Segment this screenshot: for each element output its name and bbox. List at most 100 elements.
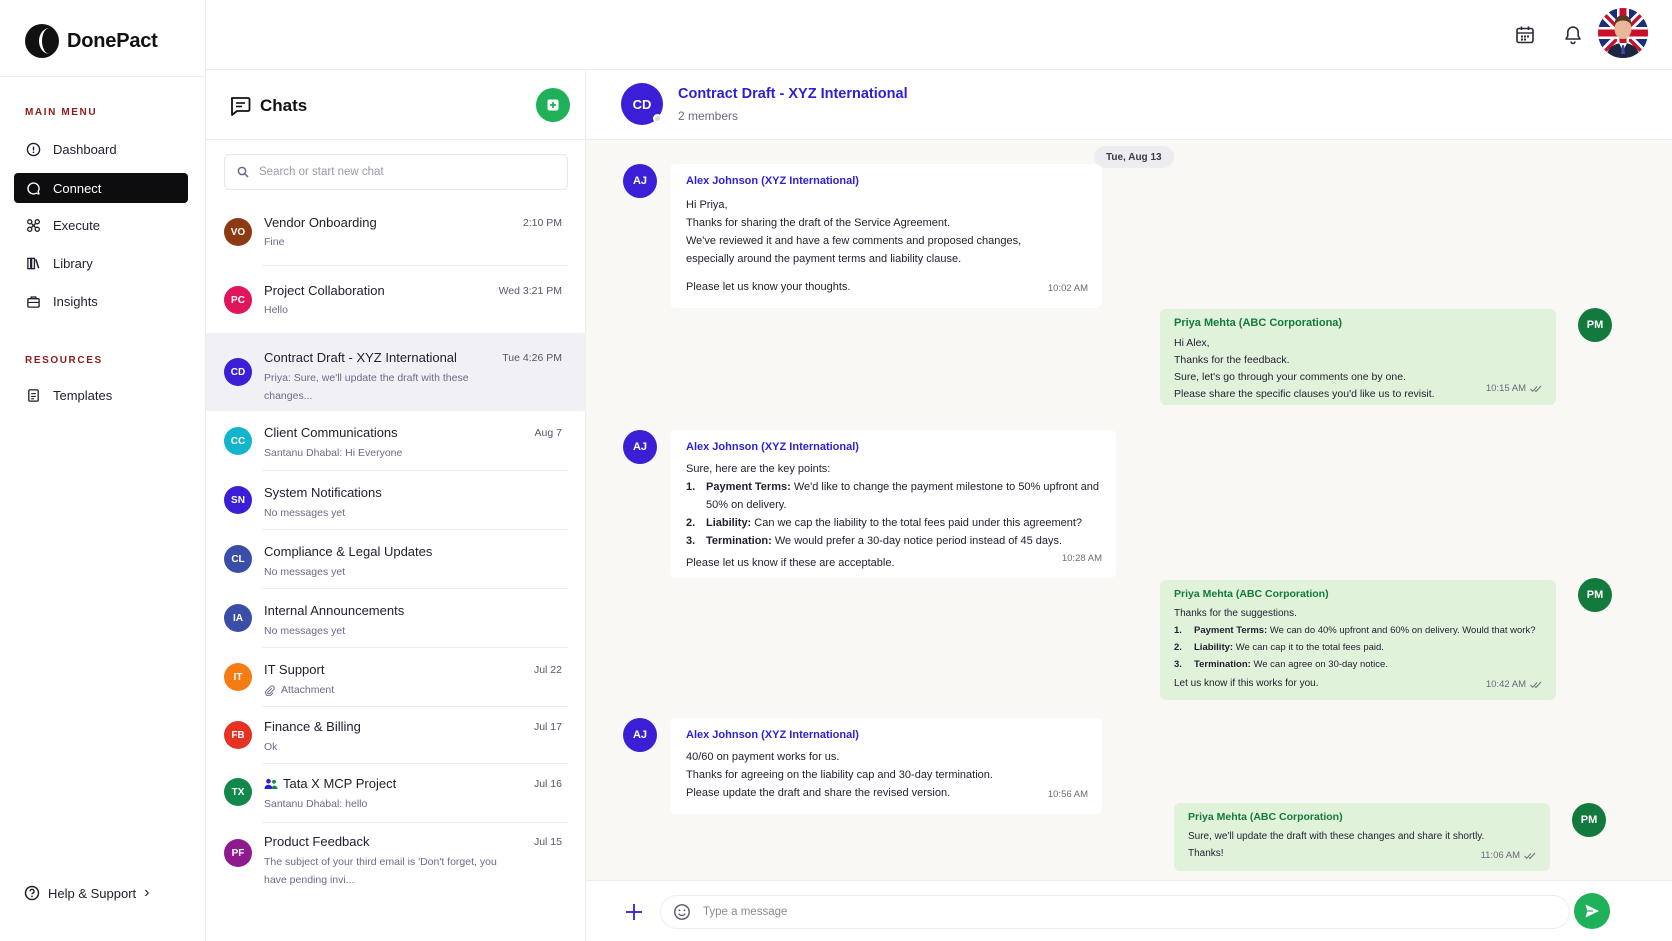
message-sender: Alex Johnson (XYZ International)	[686, 441, 859, 453]
message-line: Sure, here are the key points:	[686, 463, 831, 475]
top-bar	[206, 0, 1672, 70]
message-line: We've reviewed it and have a few comment…	[686, 235, 1022, 247]
chat-item-client-communications[interactable]: CC Client Communications Aug 7 Santanu D…	[206, 411, 586, 471]
chat-name: Project Collaboration	[264, 283, 385, 298]
chat-name-text: Tata X MCP Project	[283, 776, 397, 791]
chat-preview-text: Attachment	[281, 684, 335, 696]
chat-time: Jul 16	[533, 778, 562, 790]
chat-preview: No messages yet	[264, 566, 346, 578]
chat-name: Vendor Onboarding	[264, 215, 377, 230]
message-line: especially around the payment terms and …	[686, 253, 962, 265]
chat-preview: No messages yet	[264, 625, 346, 637]
chat-avatar: SN	[224, 486, 252, 514]
point-item: 3. Termination: We can agree on 30-day no…	[1174, 659, 1388, 670]
sidebar-item-connect[interactable]: Connect	[14, 173, 188, 203]
chat-preview: Attachment	[264, 681, 504, 699]
message-time: 10:28 AM	[1061, 553, 1102, 564]
double-check-icon	[1530, 681, 1542, 688]
plus-icon[interactable]	[624, 902, 644, 922]
message-avatar: AJ	[623, 430, 657, 464]
uk-flag-avatar-icon	[1598, 8, 1648, 58]
briefcase-icon	[27, 295, 40, 308]
chat-time: Aug 7	[534, 427, 562, 439]
sidebar-item-templates[interactable]: Templates	[14, 380, 188, 410]
point-item: 3. Termination: We would prefer a 30-day …	[686, 535, 1063, 547]
double-check-icon	[1530, 385, 1542, 392]
chat-item-compliance-legal[interactable]: CL Compliance & Legal Updates No message…	[206, 530, 586, 589]
chat-list-panel: Chats VO Vendor Onboarding 2:10 PM Fine …	[206, 70, 586, 941]
sidebar-item-label: Templates	[53, 387, 113, 403]
sidebar-item-dashboard[interactable]: Dashboard	[14, 134, 188, 164]
chat-item-internal-announcements[interactable]: IA Internal Announcements No messages ye…	[206, 589, 586, 648]
points-list: 1. Payment Terms: We can do 40% upfront a…	[1174, 622, 1542, 673]
message-line: Sure, we'll update the draft with these …	[1188, 831, 1485, 842]
conversation-header[interactable]: CD Contract Draft - XYZ International 2 …	[586, 70, 1672, 140]
chat-item-vendor-onboarding[interactable]: VO Vendor Onboarding 2:10 PM Fine	[206, 198, 586, 266]
chat-name: Tata X MCP Project	[264, 776, 396, 791]
message-time: 11:06 AM	[1481, 847, 1536, 864]
workflow-icon	[27, 218, 40, 232]
bell-icon[interactable]	[1562, 24, 1584, 46]
chat-name: System Notifications	[264, 485, 382, 500]
sidebar-item-label: Library	[53, 255, 93, 271]
chat-name: IT Support	[264, 662, 325, 677]
user-avatar[interactable]	[1598, 8, 1648, 58]
chat-preview: Ok	[264, 741, 278, 753]
sidebar-item-library[interactable]: Library	[14, 248, 188, 278]
message-time-text: 11:06 AM	[1480, 850, 1520, 861]
resources-title: RESOURCES	[25, 355, 103, 366]
send-icon	[1585, 904, 1599, 918]
chat-time: Wed 3:21 PM	[498, 285, 562, 297]
sidebar-item-execute[interactable]: Execute	[14, 210, 188, 240]
message-input[interactable]	[703, 906, 1543, 918]
chat-item-product-feedback[interactable]: PF Product Feedback Jul 15 The subject o…	[206, 823, 586, 901]
message-input-wrapper[interactable]	[660, 895, 1570, 929]
chat-avatar: IT	[224, 663, 252, 691]
calendar-icon[interactable]	[1514, 24, 1536, 46]
chats-icon	[230, 97, 251, 116]
sidebar-divider	[0, 76, 206, 77]
message-line: Please update the draft and share the re…	[686, 787, 951, 799]
chat-avatar: IA	[224, 604, 252, 632]
send-button[interactable]	[1574, 893, 1610, 929]
emoji-icon[interactable]	[673, 903, 691, 921]
point-item: 1. Payment Terms: We'd like to change the…	[686, 481, 1100, 511]
message-line: Hi Alex,	[1174, 337, 1210, 349]
chat-time: Jul 17	[533, 721, 562, 733]
chat-time: Tue 4:26 PM	[502, 352, 562, 364]
chat-item-tata-mcp[interactable]: TX Tata X MCP Project Jul 16 Santanu Dha…	[206, 764, 586, 823]
help-support-label: Help & Support	[48, 885, 137, 901]
message-sender: Alex Johnson (XYZ International)	[686, 729, 859, 741]
sidebar-item-insights[interactable]: Insights	[14, 286, 188, 316]
chat-item-project-collaboration[interactable]: PC Project Collaboration Wed 3:21 PM Hel…	[206, 266, 586, 333]
chats-title: Chats	[260, 96, 308, 115]
chat-item-it-support[interactable]: IT IT Support Jul 22 Attachment	[206, 648, 586, 707]
points-list: 1. Payment Terms: We'd like to change the…	[686, 478, 1100, 550]
chat-avatar: PF	[224, 839, 252, 867]
message-time: 10:42 AM	[1486, 676, 1542, 693]
conversation-avatar: CD	[621, 83, 663, 125]
chat-item-contract-draft[interactable]: CD Contract Draft - XYZ International Tu…	[206, 333, 586, 411]
sidebar: DonePact MAIN MENU Dashboard Connect Exe…	[0, 0, 206, 941]
message-line: Thanks for agreeing on the liability cap…	[686, 769, 993, 781]
sidebar-item-label: Execute	[53, 217, 100, 233]
help-support-link[interactable]: Help & Support ›	[24, 884, 150, 902]
message-avatar: AJ	[623, 718, 657, 752]
message-sender: Priya Mehta (ABC Corporationa)	[1174, 317, 1343, 329]
message-composer	[586, 880, 1672, 941]
message-line: Please let us know if these are acceptab…	[686, 557, 895, 569]
chat-time: 2:10 PM	[522, 217, 562, 229]
double-check-icon	[1524, 852, 1536, 859]
chat-avatar: CL	[224, 545, 252, 573]
search-input[interactable]	[259, 166, 549, 178]
new-chat-button[interactable]	[536, 88, 570, 122]
chevron-right-icon: ›	[144, 884, 150, 901]
chat-item-system-notifications[interactable]: SN System Notifications No messages yet	[206, 471, 586, 530]
chat-item-finance-billing[interactable]: FB Finance & Billing Jul 17 Ok	[206, 707, 586, 764]
search-icon	[237, 166, 249, 178]
brand[interactable]: DonePact	[25, 24, 158, 58]
chat-avatar: CC	[224, 427, 252, 455]
paperclip-icon	[265, 684, 275, 696]
chat-search[interactable]	[224, 154, 568, 190]
group-icon	[264, 778, 278, 789]
